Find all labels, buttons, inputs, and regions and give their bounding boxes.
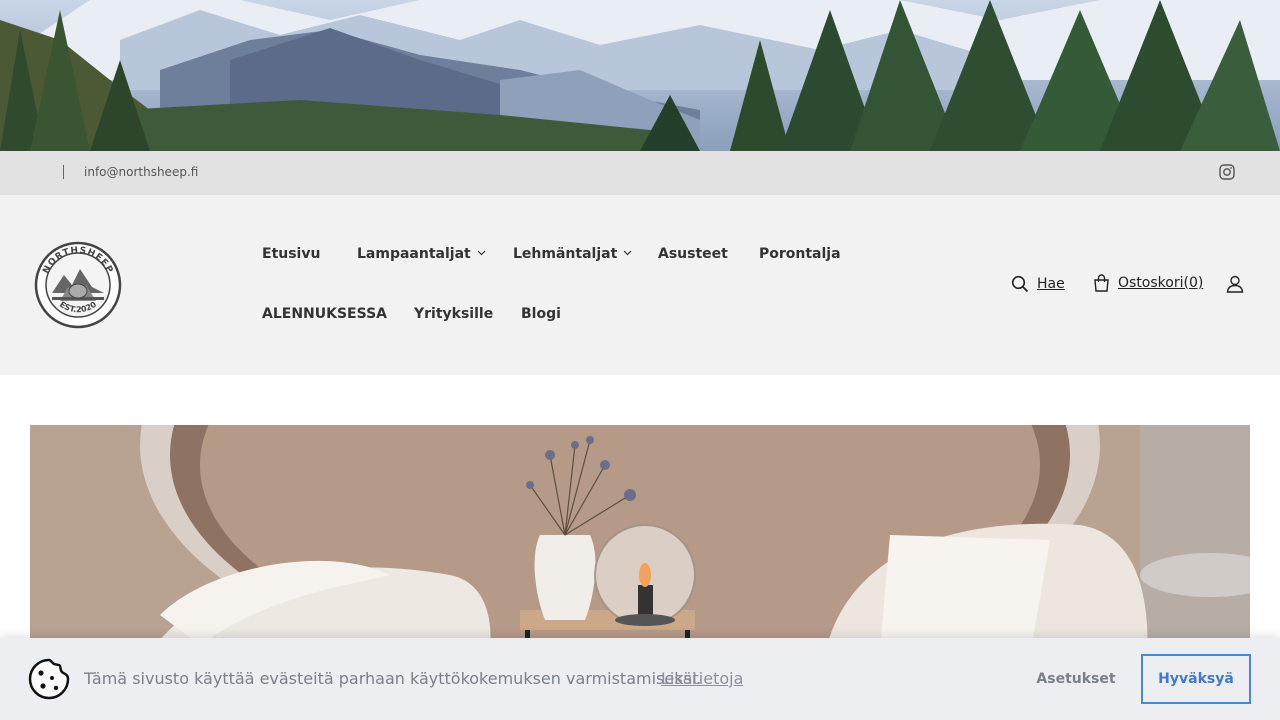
instagram-icon[interactable] (1219, 164, 1235, 184)
chevron-down-icon (623, 250, 632, 256)
cart-button[interactable]: Ostoskori(0) (1093, 274, 1203, 292)
cart-label: Ostoskori(0) (1118, 275, 1204, 291)
nav-item-asusteet[interactable]: Asusteet (658, 246, 728, 262)
nav-item-yrityksille[interactable]: Yrityksille (414, 306, 493, 322)
top-info-bar: info@northsheep.fi (0, 151, 1280, 195)
search-label: Hae (1037, 276, 1065, 292)
nav-label: Yrityksille (414, 306, 494, 322)
email-link[interactable]: info@northsheep.fi (84, 165, 198, 179)
divider (63, 165, 64, 179)
nav-label: ALENNUKSESSA (262, 306, 387, 322)
nav-label: Asusteet (658, 246, 728, 262)
nav-item-lehmantaljat[interactable]: Lehmäntaljat (513, 246, 632, 262)
cookie-accept-button[interactable]: Hyväksyä (1141, 654, 1251, 704)
nav-item-porontalja[interactable]: Porontalja (759, 246, 841, 262)
cookie-consent-bar: Tämä sivusto käyttää evästeitä parhaan k… (0, 638, 1280, 720)
nav-item-alennuksessa[interactable]: ALENNUKSESSA (262, 306, 387, 322)
nav-label: Porontalja (759, 246, 841, 262)
search-icon (1011, 275, 1029, 293)
mountain-landscape-image (0, 0, 1280, 151)
hero-banner (0, 0, 1280, 151)
account-button[interactable] (1226, 275, 1252, 293)
shopping-bag-icon (1094, 274, 1109, 292)
chevron-down-icon (477, 250, 486, 256)
nav-item-blogi[interactable]: Blogi (521, 306, 561, 322)
nav-label: Lehmäntaljat (513, 246, 618, 262)
search-button[interactable]: Hae (1011, 275, 1065, 293)
nav-item-lampaantaljat[interactable]: Lampaantaljat (357, 246, 486, 262)
cookie-message: Tämä sivusto käyttää evästeitä parhaan k… (84, 669, 702, 688)
cookie-icon (28, 658, 70, 700)
user-icon (1226, 275, 1244, 293)
cookie-more-link[interactable]: Lisätietoja (661, 669, 743, 688)
nav-item-etusivu[interactable]: Etusivu (262, 246, 320, 262)
nav-label: Etusivu (262, 246, 321, 262)
nav-label: Lampaantaljat (357, 246, 471, 262)
site-logo[interactable]: NORTHSHEEP EST.2020 (34, 241, 122, 329)
cookie-settings-button[interactable]: Asetukset (1028, 656, 1124, 702)
nav-label: Blogi (521, 306, 561, 322)
site-header: NORTHSHEEP EST.2020 Etusivu Lampaantalja… (0, 195, 1280, 375)
